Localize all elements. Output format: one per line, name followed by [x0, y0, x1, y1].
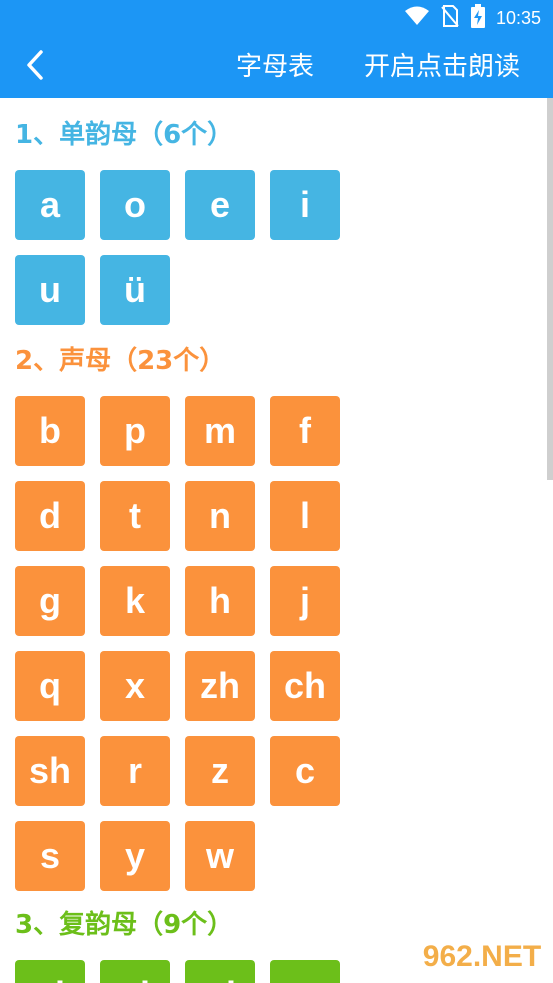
no-sim-icon [440, 4, 460, 32]
letter-tile[interactable]: c [270, 736, 340, 806]
app-bar: 字母表 开启点击朗读 [0, 36, 553, 98]
enable-tap-to-read-button[interactable]: 开启点击朗读 [364, 51, 520, 83]
letter-tile[interactable]: x [100, 651, 170, 721]
letter-tile[interactable]: r [100, 736, 170, 806]
letter-tile[interactable]: n [185, 481, 255, 551]
letter-tile[interactable]: s [15, 821, 85, 891]
letter-tile[interactable]: b [15, 396, 85, 466]
letter-tile[interactable]: l [270, 481, 340, 551]
status-icons: 10:35 [404, 4, 541, 32]
letter-tile[interactable]: q [15, 651, 85, 721]
letter-tile[interactable]: o [100, 170, 170, 240]
letter-tile[interactable]: w [185, 821, 255, 891]
letter-tile[interactable]: k [100, 566, 170, 636]
letter-tile[interactable]: ei [100, 960, 170, 983]
letter-tile[interactable]: ao [270, 960, 340, 983]
alphabet-list[interactable]: 1、单韵母（6个） aoeiuü 2、声母（23个） bpmfdtnlgkhjq… [0, 98, 553, 983]
letter-tile[interactable]: m [185, 396, 255, 466]
letter-tile[interactable]: g [15, 566, 85, 636]
chevron-left-icon [25, 49, 47, 85]
letter-tile[interactable]: a [15, 170, 85, 240]
letter-tile[interactable]: j [270, 566, 340, 636]
letter-tile[interactable]: sh [15, 736, 85, 806]
section-title-initials: 2、声母（23个） [15, 346, 226, 376]
letter-tile[interactable]: i [270, 170, 340, 240]
section-title-single-finals: 1、单韵母（6个） [15, 120, 234, 150]
letter-tile[interactable]: ai [15, 960, 85, 983]
status-bar: 10:35 [0, 0, 553, 36]
letter-tile[interactable]: y [100, 821, 170, 891]
letter-tile[interactable]: ch [270, 651, 340, 721]
watermark-logo: 962.NET [422, 940, 542, 973]
battery-charging-icon [470, 4, 486, 32]
letter-tile[interactable]: t [100, 481, 170, 551]
back-button[interactable] [14, 47, 58, 87]
letter-tile[interactable]: e [185, 170, 255, 240]
letter-tile[interactable]: p [100, 396, 170, 466]
letter-tile[interactable]: ü [100, 255, 170, 325]
section-title-compound-finals: 3、复韵母（9个） [15, 910, 234, 940]
letter-tile[interactable]: d [15, 481, 85, 551]
letter-tile[interactable]: h [185, 566, 255, 636]
letter-tile[interactable]: ui [185, 960, 255, 983]
letter-tile[interactable]: z [185, 736, 255, 806]
wifi-icon [404, 5, 430, 31]
status-time: 10:35 [495, 7, 541, 28]
letter-tile[interactable]: zh [185, 651, 255, 721]
page-title: 字母表 [236, 52, 315, 82]
letter-tile[interactable]: u [15, 255, 85, 325]
scrollbar[interactable] [547, 98, 553, 480]
letter-tile[interactable]: f [270, 396, 340, 466]
